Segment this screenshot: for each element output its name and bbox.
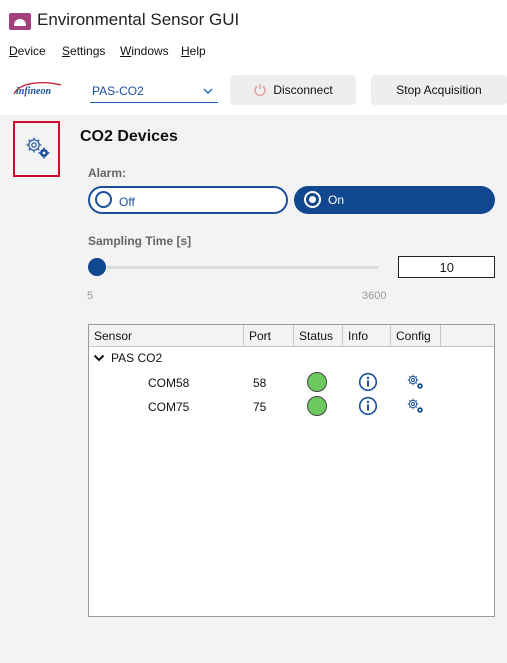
slider-max-label: 3600 [362,290,387,302]
alarm-label: Alarm: [88,166,127,180]
menu-help[interactable]: Help [181,44,206,58]
status-indicator [307,396,327,416]
table-header: Sensor Port Status Info Config [89,325,494,347]
column-header-sensor[interactable]: Sensor [89,325,244,346]
settings-button[interactable] [13,121,60,177]
column-header-status[interactable]: Status [294,325,343,346]
sampling-time-input[interactable]: 10 [398,256,495,278]
device-select-value: PAS-CO2 [92,84,144,98]
disconnect-button[interactable]: Disconnect [230,75,356,105]
sensor-cell[interactable]: COM58 [148,376,189,390]
disconnect-label: Disconnect [273,83,333,97]
infineon-logo: infineon [13,82,62,97]
sensor-cell[interactable]: COM75 [148,400,189,414]
stop-acquisition-button[interactable]: Stop Acquisition [371,75,507,105]
column-header-config[interactable]: Config [391,325,441,346]
sensor-table: Sensor Port Status Info Config PAS CO2 C… [88,324,495,617]
info-icon[interactable] [358,372,378,392]
menu-windows[interactable]: Windows [120,44,169,58]
panel-title: CO2 Devices [80,128,178,145]
toolbar: infineon PAS-CO2 Disconnect Stop Acquisi… [0,66,507,114]
menu-bar: Device Settings Windows Help [0,40,507,62]
slider-thumb[interactable] [88,258,106,276]
app-icon [9,13,31,30]
app-title: Environmental Sensor GUI [37,10,240,29]
alarm-off-option[interactable]: Off [88,186,288,214]
tree-group-label: PAS CO2 [111,351,163,365]
power-icon [254,84,266,96]
menu-settings[interactable]: Settings [62,44,105,58]
menu-device[interactable]: Device [9,44,46,58]
sampling-time-label: Sampling Time [s] [88,234,192,248]
alarm-off-label: Off [119,195,135,209]
config-gear-icon[interactable] [405,396,427,416]
logo-text: infineon [16,86,51,97]
config-gear-icon[interactable] [405,372,427,392]
stop-acquisition-label: Stop Acquisition [396,83,482,97]
device-select[interactable]: PAS-CO2 [90,81,218,103]
left-pane [0,115,66,663]
info-icon[interactable] [358,396,378,416]
column-header-info[interactable]: Info [343,325,391,346]
radio-off-icon [95,191,112,208]
alarm-on-label: On [328,193,345,207]
alarm-on-option[interactable]: On [294,186,495,214]
title-bar: Environmental Sensor GUI [0,0,507,40]
radio-on-icon [304,191,321,208]
port-cell: 75 [253,400,267,414]
slider-min-label: 5 [87,290,94,302]
chevron-down-icon [203,88,213,94]
sampling-time-slider[interactable] [97,266,379,269]
tree-group-pas-co2[interactable]: PAS CO2 [93,351,162,365]
gear-icon [26,137,50,159]
status-indicator [307,372,327,392]
chevron-down-icon [93,354,105,362]
column-header-port[interactable]: Port [244,325,294,346]
port-cell: 58 [253,376,267,390]
